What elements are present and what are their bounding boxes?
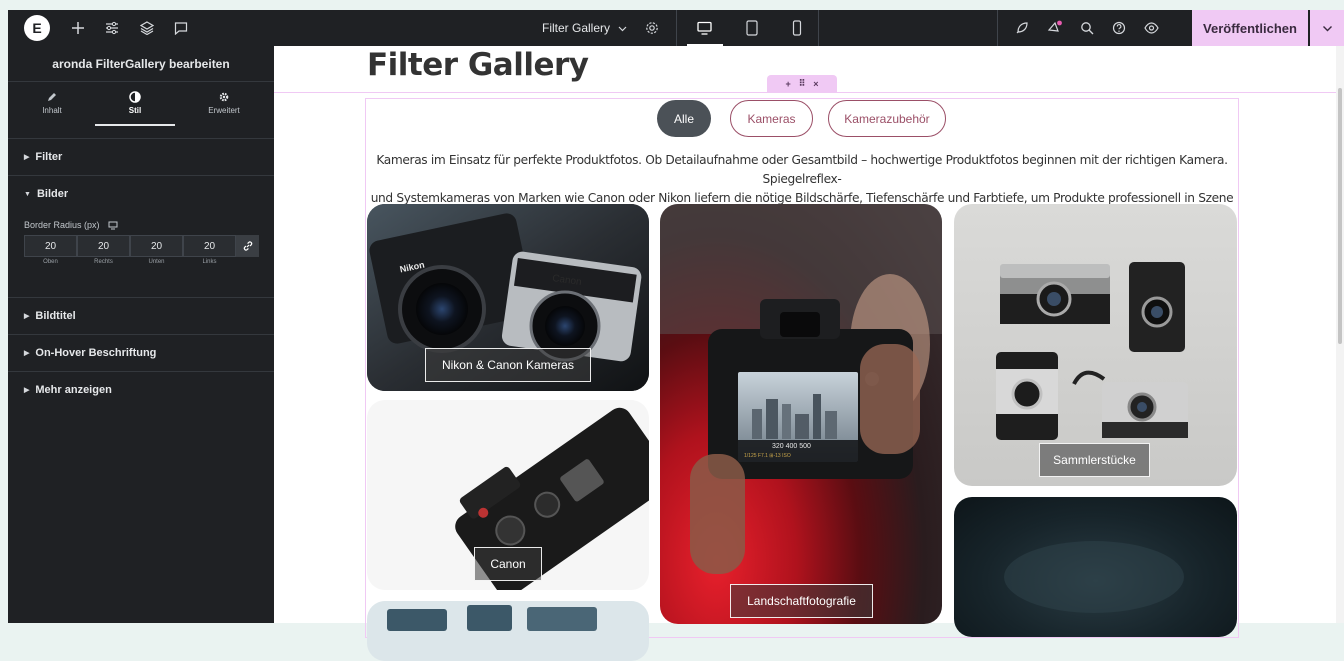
caption-rechts: Rechts (94, 259, 113, 265)
divider (676, 10, 677, 46)
dark-photo (1004, 541, 1184, 613)
chevron-down-icon (618, 26, 627, 31)
section-outline (274, 92, 1336, 93)
section-bildtitel[interactable]: ▶ Bildtitel (8, 297, 274, 334)
border-radius-top-input[interactable]: 20 (24, 235, 77, 257)
border-radius-left-input[interactable]: 20 (183, 235, 236, 257)
caret-right-icon: ▶ (24, 154, 30, 161)
gallery-item-sammlerstuecke[interactable]: Sammlerstücke (954, 204, 1237, 486)
drag-icon[interactable]: ⠿ (799, 78, 806, 89)
search-icon[interactable] (1075, 10, 1099, 46)
border-radius-bottom-input[interactable]: 20 (130, 235, 183, 257)
gear-icon[interactable] (640, 10, 664, 46)
section-filter[interactable]: ▶ Filter (8, 138, 274, 175)
caret-right-icon: ▶ (24, 387, 30, 394)
active-tab-indicator (95, 124, 175, 126)
gallery-caption: Nikon & Canon Kameras (425, 348, 591, 382)
scrollbar-thumb[interactable] (1338, 88, 1342, 344)
gallery-item-dark[interactable] (954, 497, 1237, 637)
caption-oben: Oben (43, 259, 58, 265)
filter-alle-button[interactable]: Alle (657, 100, 711, 137)
preview-eye-icon[interactable] (1139, 10, 1163, 46)
camera-display-settings: 1/125 F7.1 ⊞-13 ISO (744, 453, 791, 459)
add-icon[interactable]: + (785, 79, 790, 89)
border-radius-right-input[interactable]: 20 (77, 235, 130, 257)
section-on-hover-beschriftung[interactable]: ▶ On-Hover Beschriftung (8, 334, 274, 371)
gallery-item-partial[interactable] (367, 601, 649, 661)
tab-erweitert[interactable]: Erweitert (180, 82, 268, 126)
tab-inhalt[interactable]: Inhalt (8, 82, 96, 126)
layers-icon[interactable] (135, 10, 159, 46)
caption-unten: Unten (148, 259, 165, 265)
link-values-button[interactable] (236, 235, 259, 257)
close-icon[interactable]: × (813, 79, 818, 89)
section-bilder[interactable]: ▼ Bilder (8, 175, 274, 212)
comments-icon[interactable] (169, 10, 193, 46)
divider (997, 10, 998, 46)
filter-kamerazubehoer-button[interactable]: Kamerazubehör (828, 100, 946, 137)
caret-right-icon: ▶ (24, 350, 30, 357)
pencil-icon (48, 93, 56, 101)
gallery-item-nikon-canon[interactable]: Canon Nikon Nikon & Canon Kameras (367, 204, 649, 391)
divider (818, 10, 819, 46)
gallery-item-landschaftfotografie[interactable]: 320 400 500 1/125 F7.1 ⊞-13 ISO Landscha… (660, 204, 942, 624)
caption-links: Links (202, 259, 217, 265)
document-title[interactable]: Filter Gallery (542, 10, 627, 46)
notifications-icon[interactable] (1043, 10, 1067, 46)
editor-top-bar: E Filter Gallery Veröffentlichen (8, 10, 1344, 46)
add-icon[interactable] (66, 10, 90, 46)
page-title: Filter Gallery (367, 47, 589, 83)
link-icon (243, 241, 252, 251)
chevron-down-icon (1322, 25, 1332, 31)
publish-options-button[interactable] (1310, 10, 1344, 46)
settings-sliders-icon[interactable] (100, 10, 124, 46)
section-mehr-anzeigen[interactable]: ▶ Mehr anzeigen (8, 371, 274, 408)
camera-display-values: 320 400 500 (772, 443, 811, 450)
elementor-logo-icon[interactable]: E (24, 15, 50, 41)
gear-icon (219, 92, 229, 102)
accessories-photo (387, 605, 597, 631)
caret-right-icon: ▶ (24, 313, 30, 320)
help-icon[interactable] (1107, 10, 1131, 46)
gallery-caption: Landschaftfotografie (730, 584, 873, 618)
caret-down-icon: ▼ (24, 190, 31, 198)
section-handle[interactable]: + ⠿ × (767, 75, 837, 92)
widget-settings-panel: aronda FilterGallery bearbeiten Inhalt S… (8, 46, 274, 623)
tab-stil[interactable]: Stil (91, 82, 179, 126)
landscape-photo: 320 400 500 1/125 F7.1 ⊞-13 ISO (660, 204, 942, 574)
publish-button[interactable]: Veröffentlichen (1192, 10, 1308, 46)
tablet-icon[interactable] (735, 10, 769, 46)
filter-kameras-button[interactable]: Kameras (730, 100, 813, 137)
gallery-caption: Sammlerstücke (1039, 443, 1150, 477)
gallery-caption: Canon (474, 547, 542, 581)
gallery-item-canon[interactable]: Canon (367, 400, 649, 590)
panel-title: aronda FilterGallery bearbeiten (8, 46, 274, 82)
desktop-icon[interactable] (108, 221, 118, 230)
rocket-icon[interactable] (1010, 10, 1034, 46)
border-radius-label: Border Radius (px) (24, 220, 118, 230)
mobile-icon[interactable] (780, 10, 814, 46)
half-circle-icon (129, 91, 141, 103)
desktop-icon[interactable] (684, 10, 724, 46)
